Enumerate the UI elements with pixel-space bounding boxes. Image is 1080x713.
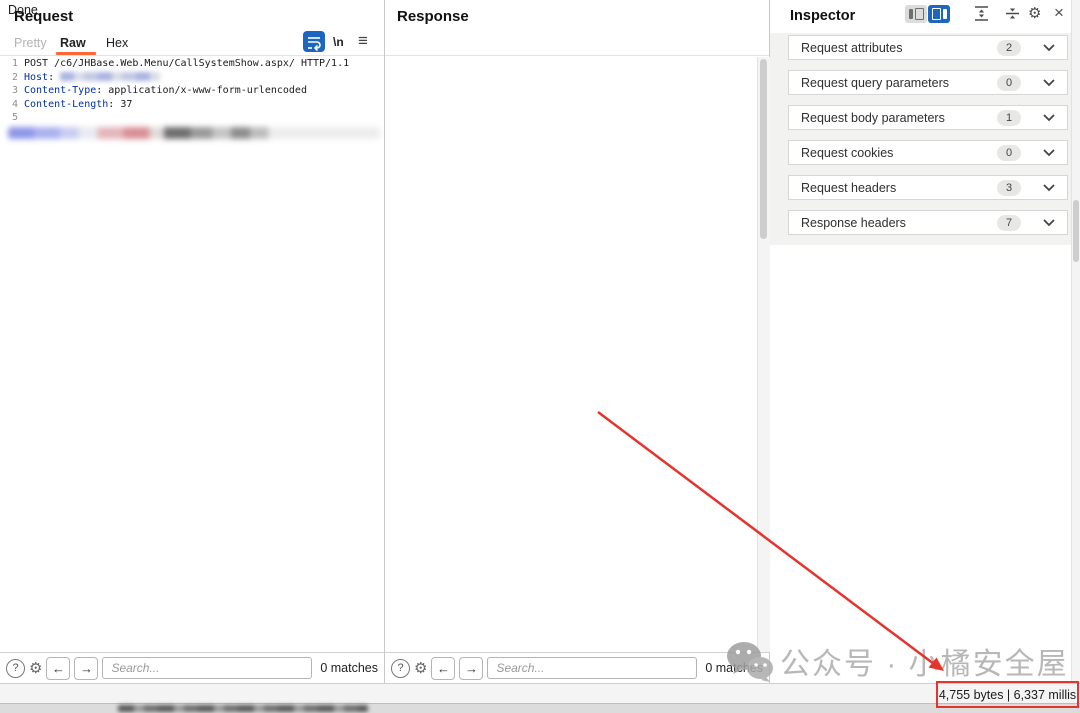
response-search-input[interactable] [487,657,697,679]
code-line: 4 Content-Length: 37 [0,98,384,112]
chevron-down-icon[interactable] [1043,79,1055,87]
line-number: 2 [0,71,18,85]
code-segment: : application/x-www-form-urlencoded [96,85,307,96]
wechat-logo-icon [724,638,776,691]
inspector-section-request-headers[interactable]: Request headers3 [788,175,1068,200]
inspector-section-count-badge: 7 [997,215,1021,231]
response-search-bar: ? ⚙ ← → 0 matches [385,652,770,683]
inspector-panel: Inspector ⚙ × Request attributes2Request… [770,0,1080,683]
line-number: 5 [0,111,18,125]
inspector-section-request-attributes[interactable]: Request attributes2 [788,35,1068,60]
inspector-section-request-cookies[interactable]: Request cookies0 [788,140,1068,165]
response-metrics: 4,755 bytes | 6,337 millis [939,688,1076,702]
status-text: Done [8,3,38,17]
code-segment: : [48,72,60,83]
code-line: 1 POST /c6/JHBase.Web.Menu/CallSystemShow… [0,57,384,71]
chevron-down-icon[interactable] [1043,184,1055,192]
search-prev-button[interactable]: ← [46,657,70,680]
redacted-request-body [8,127,380,139]
chevron-down-icon[interactable] [1043,114,1055,122]
inspector-section-label: Request body parameters [801,111,997,125]
inspector-scrollbar-thumb[interactable] [1073,200,1079,262]
search-next-button[interactable]: → [74,657,98,680]
response-scrollbar[interactable] [757,57,770,652]
search-settings-gear-icon[interactable]: ⚙ [414,659,427,677]
inspector-section-label: Request attributes [801,41,997,55]
inspector-sections: Request attributes2 Request query paramet… [770,33,1080,245]
code-segment: Content-Length [24,99,108,110]
request-search-input[interactable] [102,657,312,679]
inspector-scrollbar[interactable] [1071,0,1080,683]
code-segment: Host [24,72,48,83]
burp-repeater-window: Request Pretty Raw Hex \n ≡ 1POST /c6/JH… [0,0,1080,713]
request-search-bar: ? ⚙ ← → 0 matches [0,652,385,683]
request-panel: Request Pretty Raw Hex \n ≡ 1POST /c6/JH… [0,0,385,652]
request-tab-raw[interactable]: Raw [60,36,86,50]
search-help-icon[interactable]: ? [6,659,25,678]
expand-all-icon[interactable] [973,5,990,27]
inspector-section-label: Response headers [801,216,997,230]
search-settings-gear-icon[interactable]: ⚙ [29,659,42,677]
chevron-down-icon[interactable] [1043,44,1055,52]
annotation-highlight-box: 4,755 bytes | 6,337 millis [936,681,1079,708]
inspector-section-label: Request query parameters [801,76,997,90]
request-tab-pretty[interactable]: Pretty [14,36,47,50]
response-tabs-separator [385,55,769,56]
inspector-section-count-badge: 0 [997,145,1021,161]
inspector-section-label: Request headers [801,181,997,195]
inspector-section-count-badge: 0 [997,75,1021,91]
request-tab-hex[interactable]: Hex [106,36,128,50]
request-search-matches: 0 matches [320,661,378,675]
inspector-section-count-badge: 1 [997,110,1021,126]
inspector-dock-switcher [905,5,950,23]
search-prev-button[interactable]: ← [431,657,455,680]
code-line: 2 Host: [0,71,384,85]
editor-menu-icon[interactable]: ≡ [358,31,368,51]
search-help-icon[interactable]: ? [391,659,410,678]
inspector-title: Inspector [790,8,855,24]
line-number: 3 [0,84,18,98]
redacted-value [60,72,160,81]
background-window-blurred-text [118,705,368,712]
code-segment: POST /c6/JHBase.Web.Menu/CallSystemShow.… [24,58,349,69]
chevron-down-icon[interactable] [1043,219,1055,227]
inspector-section-count-badge: 2 [997,40,1021,56]
status-bar [0,683,1080,703]
response-panel-title: Response [397,8,469,25]
inspector-section-request-body-parameters[interactable]: Request body parameters1 [788,105,1068,130]
line-number: 1 [0,57,18,71]
inspector-settings-gear-icon[interactable]: ⚙ [1028,4,1041,22]
inspector-section-response-headers[interactable]: Response headers7 [788,210,1068,235]
code-line: 5 [0,111,384,125]
search-next-button[interactable]: → [459,657,483,680]
code-segment: : 37 [108,99,132,110]
request-tabs-separator [0,55,384,56]
inspector-section-label: Request cookies [801,146,997,160]
watermark-text: 公众号 · 小橘安全屋 [780,639,1069,683]
inspector-dock-left-button[interactable] [905,5,927,23]
collapse-all-icon[interactable] [1004,5,1021,27]
show-newlines-toggle[interactable]: \n [333,35,344,49]
inspector-close-icon[interactable]: × [1054,4,1064,21]
code-segment: Content-Type [24,85,96,96]
inspector-section-request-query-parameters[interactable]: Request query parameters0 [788,70,1068,95]
chevron-down-icon[interactable] [1043,149,1055,157]
response-panel: Response Pretty Raw Hex Render \n ≡ 1HTT… [385,0,770,652]
response-scrollbar-thumb[interactable] [760,59,767,239]
code-line: 3 Content-Type: application/x-www-form-ur… [0,84,384,98]
line-number: 4 [0,98,18,112]
word-wrap-toggle-icon[interactable] [303,31,325,52]
request-editor[interactable]: 1 POST /c6/JHBase.Web.Menu/CallSystemShow… [0,57,384,651]
inspector-section-count-badge: 3 [997,180,1021,196]
inspector-dock-right-button[interactable] [928,5,950,23]
